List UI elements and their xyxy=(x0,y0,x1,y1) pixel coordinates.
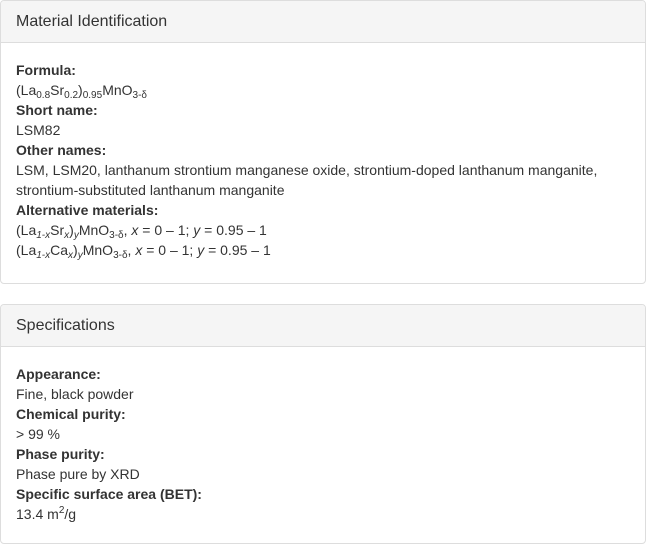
phase-purity-value: Phase pure by XRD xyxy=(16,466,140,482)
appearance-value: Fine, black powder xyxy=(16,386,134,402)
specifications-panel: Specifications Appearance: Fine, black p… xyxy=(0,304,646,544)
material-identification-panel: Material Identification Formula: (La0.8S… xyxy=(0,0,646,284)
alternative-material-2: (La1-xCax)yMnO3-δ, x = 0 – 1; y = 0.95 –… xyxy=(16,242,271,261)
formula-label: Formula: xyxy=(16,62,76,78)
other-names-label: Other names: xyxy=(16,142,107,158)
panel-title: Specifications xyxy=(16,317,115,334)
surface-area-value: 13.4 m2/g xyxy=(16,505,77,523)
chemical-purity-label: Chemical purity: xyxy=(16,406,126,422)
alternative-material-1: (La1-xSrx)yMnO3-δ, x = 0 – 1; y = 0.95 –… xyxy=(16,222,267,241)
short-name-label: Short name: xyxy=(16,102,98,118)
panel-heading: Specifications xyxy=(1,305,645,347)
panel-body: Formula: (La0.8Sr0.2)0.95MnO3-δ Short na… xyxy=(1,43,645,261)
alternative-materials-label: Alternative materials: xyxy=(16,202,159,218)
appearance-label: Appearance: xyxy=(16,366,101,382)
surface-area-label: Specific surface area (BET): xyxy=(16,486,202,502)
panel-title: Material Identification xyxy=(16,13,168,30)
chemical-purity-value: > 99 % xyxy=(16,426,60,442)
short-name-value: LSM82 xyxy=(16,122,61,138)
panel-body: Appearance: Fine, black powder Chemical … xyxy=(1,347,645,524)
other-names-value: LSM, LSM20, lanthanum strontium manganes… xyxy=(16,162,598,198)
panel-heading: Material Identification xyxy=(1,1,645,43)
formula-value: (La0.8Sr0.2)0.95MnO3-δ xyxy=(16,82,147,101)
phase-purity-label: Phase purity: xyxy=(16,446,105,462)
